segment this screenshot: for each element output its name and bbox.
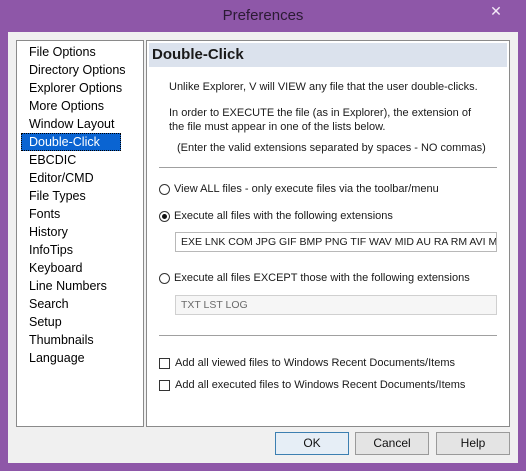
recent-executed-option[interactable]: Add all executed files to Windows Recent… bbox=[159, 377, 465, 393]
sidebar-item-setup[interactable]: Setup bbox=[21, 313, 141, 331]
sidebar-item-explorer-options[interactable]: Explorer Options bbox=[21, 79, 141, 97]
recent-viewed-option[interactable]: Add all viewed files to Windows Recent D… bbox=[159, 355, 455, 371]
sidebar-item-language[interactable]: Language bbox=[21, 349, 141, 367]
sidebar-item-keyboard[interactable]: Keyboard bbox=[21, 259, 141, 277]
recent-viewed-checkbox[interactable] bbox=[159, 357, 170, 369]
divider bbox=[159, 335, 497, 336]
sidebar-item-search[interactable]: Search bbox=[21, 295, 141, 313]
cancel-button[interactable]: Cancel bbox=[355, 432, 429, 455]
sidebar-item-more-options[interactable]: More Options bbox=[21, 97, 141, 115]
execute-extensions-input[interactable]: EXE LNK COM JPG GIF BMP PNG TIF WAV MID … bbox=[175, 232, 497, 252]
settings-panel: Double-Click Unlike Explorer, V will VIE… bbox=[146, 40, 510, 427]
sidebar-item-line-numbers[interactable]: Line Numbers bbox=[21, 277, 141, 295]
category-list[interactable]: File Options Directory Options Explorer Op… bbox=[16, 40, 144, 427]
view-all-radio[interactable] bbox=[159, 183, 170, 195]
except-extensions-input[interactable]: TXT LST LOG bbox=[175, 295, 497, 315]
execute-with-radio[interactable] bbox=[159, 210, 170, 222]
execute-with-label: Execute all files with the following ext… bbox=[174, 210, 393, 222]
sidebar-item-directory-options[interactable]: Directory Options bbox=[21, 61, 141, 79]
category-items: File Options Directory Options Explorer Op… bbox=[17, 41, 143, 367]
recent-executed-checkbox[interactable] bbox=[159, 379, 170, 391]
recent-executed-label: Add all executed files to Windows Recent… bbox=[175, 379, 466, 391]
sidebar-item-file-options[interactable]: File Options bbox=[21, 43, 141, 61]
panel-title: Double-Click bbox=[149, 43, 507, 67]
window-title: Preferences bbox=[222, 7, 304, 24]
ok-button[interactable]: OK bbox=[275, 432, 349, 455]
sidebar-item-editor-cmd[interactable]: Editor/CMD bbox=[21, 169, 141, 187]
sidebar-item-window-layout[interactable]: Window Layout bbox=[21, 115, 141, 133]
view-all-option[interactable]: View ALL files - only execute files via … bbox=[159, 181, 439, 197]
sidebar-item-thumbnails[interactable]: Thumbnails bbox=[21, 331, 141, 349]
dialog-body: File Options Directory Options Explorer Op… bbox=[8, 32, 518, 463]
execute-with-option[interactable]: Execute all files with the following ext… bbox=[159, 208, 393, 224]
sidebar-item-double-click[interactable]: Double-Click bbox=[21, 133, 121, 151]
help-button[interactable]: Help bbox=[436, 432, 510, 455]
sidebar-item-history[interactable]: History bbox=[21, 223, 141, 241]
description-line-2: In order to EXECUTE the file (as in Expl… bbox=[169, 107, 472, 119]
sidebar-item-file-types[interactable]: File Types bbox=[21, 187, 141, 205]
preferences-window: Preferences ✕ File Options Directory Opti… bbox=[0, 0, 526, 471]
divider bbox=[159, 167, 497, 168]
close-icon[interactable]: ✕ bbox=[474, 0, 518, 22]
sidebar-item-fonts[interactable]: Fonts bbox=[21, 205, 141, 223]
recent-viewed-label: Add all viewed files to Windows Recent D… bbox=[175, 357, 456, 369]
execute-except-radio[interactable] bbox=[159, 272, 170, 284]
description-line-4: (Enter the valid extensions separated by… bbox=[177, 142, 486, 154]
sidebar-item-ebcdic[interactable]: EBCDIC bbox=[21, 151, 141, 169]
title-bar[interactable]: Preferences ✕ bbox=[0, 0, 526, 32]
execute-except-label: Execute all files EXCEPT those with the … bbox=[174, 272, 470, 284]
description-line-1: Unlike Explorer, V will VIEW any file th… bbox=[169, 81, 478, 93]
execute-except-option[interactable]: Execute all files EXCEPT those with the … bbox=[159, 270, 470, 286]
view-all-label: View ALL files - only execute files via … bbox=[174, 183, 439, 195]
sidebar-item-infotips[interactable]: InfoTips bbox=[21, 241, 141, 259]
description-line-3: the file must appear in one of the lists… bbox=[169, 121, 386, 133]
